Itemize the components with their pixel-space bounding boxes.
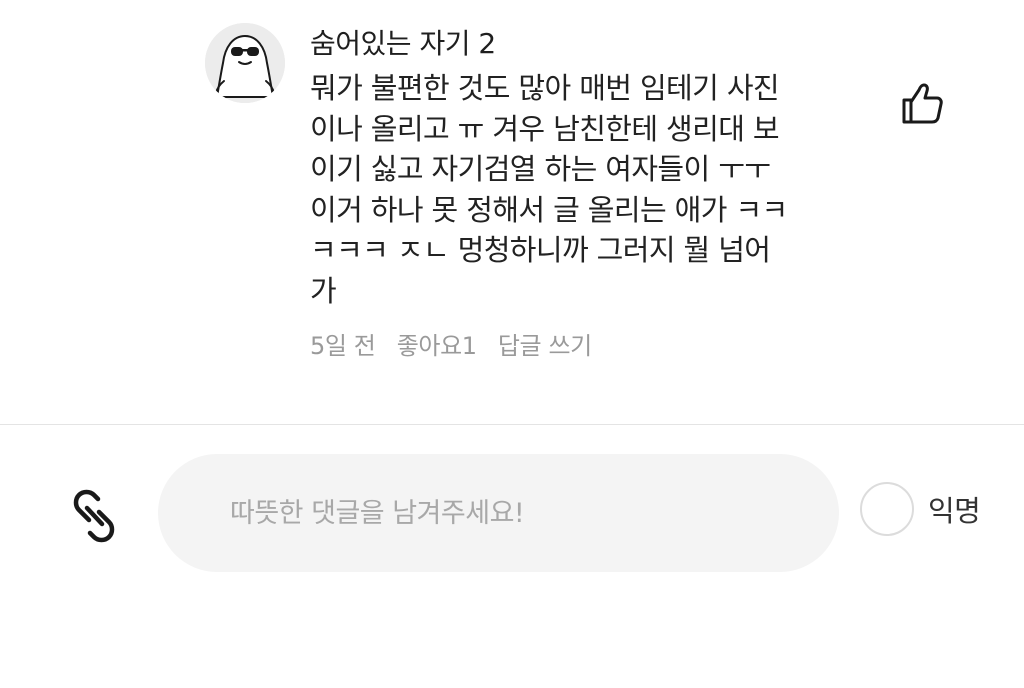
like-button[interactable] — [898, 80, 948, 128]
comment-body-line: 가 — [310, 273, 337, 308]
avatar[interactable] — [205, 23, 285, 103]
thumbs-up-icon — [902, 83, 943, 124]
comment-body-line: ㅋㅋㅋ ㅈㄴ 멍청하니까 그러지 뭘 넘어 — [310, 233, 771, 267]
reply-button[interactable]: 답글 쓰기 — [498, 332, 592, 360]
comment-body-line: 이기 싫고 자기검열 하는 여자들이 ㅜㅜ — [310, 152, 771, 186]
comment-time: 5일 전 — [310, 332, 376, 360]
sunglasses-character-icon — [205, 23, 285, 103]
divider — [0, 424, 1024, 425]
comment-body-line: 이나 올리고 ㅠ 겨우 남친한테 생리대 보 — [310, 111, 780, 146]
comment-author[interactable]: 숨어있는 자기 2 — [310, 22, 496, 62]
comment-meta: 5일 전 좋아요1 답글 쓰기 — [310, 326, 606, 361]
anonymous-label: 익명 — [928, 494, 981, 528]
anonymous-radio[interactable] — [860, 482, 914, 536]
anonymous-toggle[interactable]: 익명 — [860, 478, 981, 540]
comment-input[interactable] — [228, 484, 792, 542]
comment-item: 숨어있는 자기 2 뭐가 불편한 것도 많아 매번 임테기 사진 이나 올리고 … — [0, 0, 1024, 424]
attach-link-button[interactable] — [62, 484, 126, 548]
comment-body-line: 뭐가 불편한 것도 많아 매번 임테기 사진 — [310, 71, 780, 105]
comment-body-line: 이거 하나 못 정해서 글 올리는 애가 ㅋㅋ — [310, 192, 788, 227]
link-icon — [73, 489, 115, 543]
comment-body: 뭐가 불편한 것도 많아 매번 임테기 사진 이나 올리고 ㅠ 겨우 남친한테 … — [310, 68, 830, 311]
comment-like-count: 좋아요1 — [396, 332, 477, 360]
comment-input-container[interactable] — [158, 454, 839, 572]
comment-page: 숨어있는 자기 2 뭐가 불편한 것도 많아 매번 임테기 사진 이나 올리고 … — [0, 0, 1024, 688]
